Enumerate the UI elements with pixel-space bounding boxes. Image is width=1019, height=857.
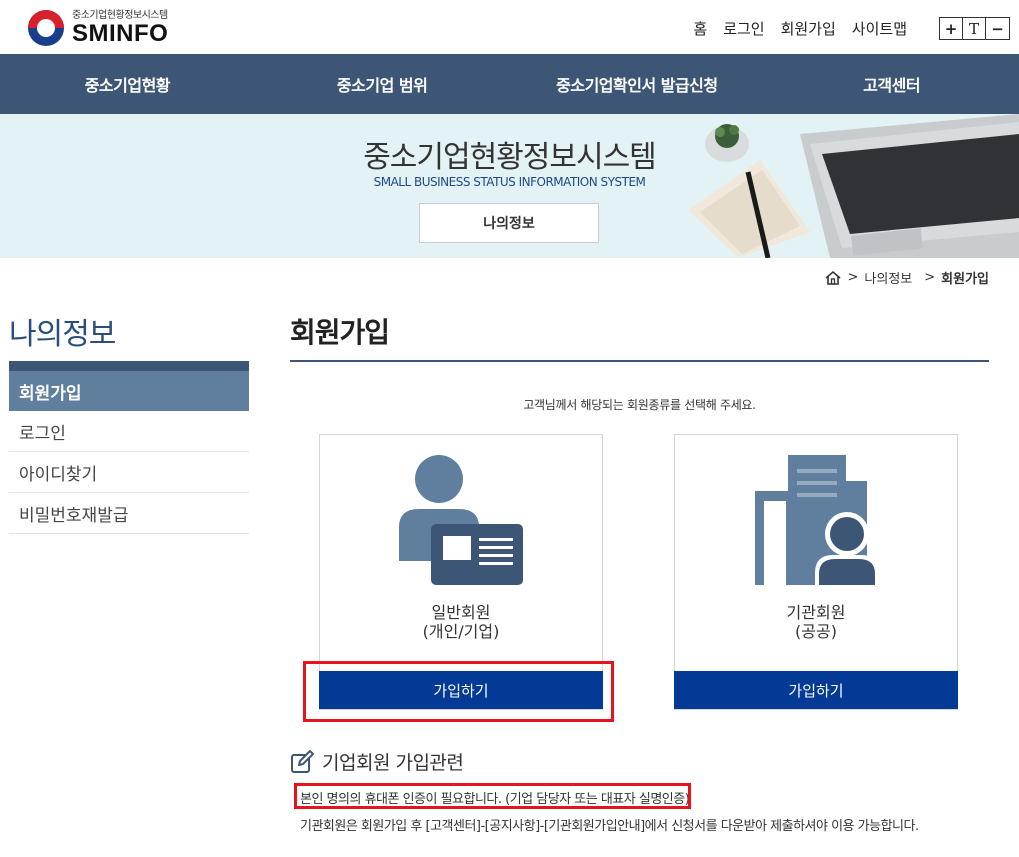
home-icon[interactable]: [824, 270, 842, 286]
util-link-login[interactable]: 로그인: [723, 18, 764, 39]
utility-nav: 홈 로그인 회원가입 사이트맵: [693, 18, 907, 39]
font-decrease-button[interactable]: −: [986, 18, 1009, 39]
institution-member-join-button[interactable]: 가입하기: [674, 671, 958, 709]
sidebar-top-bar: [9, 361, 249, 371]
nav-item-scope[interactable]: 중소기업 범위: [255, 54, 510, 114]
main-nav: 중소기업현황 중소기업 범위 중소기업확인서 발급신청 고객센터: [0, 54, 1019, 114]
banner-subtitle: SMALL BUSINESS STATUS INFORMATION SYSTEM: [373, 175, 646, 189]
breadcrumb: > 나의정보 > 회원가입: [824, 268, 989, 287]
page-title: 회원가입: [290, 316, 390, 349]
section-title-text: 기업회원 가입관련: [322, 752, 464, 774]
sidebar-item-reset-password[interactable]: 비밀번호재발급: [9, 493, 249, 534]
logo-title: SMINFO: [72, 20, 169, 47]
personal-id-card-icon: [399, 455, 523, 585]
taegeuk-logo-icon: [28, 10, 64, 46]
util-link-home[interactable]: 홈: [693, 18, 707, 39]
banner-title: 중소기업현황정보시스템: [363, 140, 657, 175]
general-member-label: 일반회원 (개인/기업): [320, 603, 602, 641]
note-phone-auth: 본인 명의의 휴대폰 인증이 필요합니다. (기업 담당자 또는 대표자 실명인…: [300, 792, 690, 807]
font-increase-button[interactable]: +: [940, 18, 963, 39]
sidebar-title: 나의정보: [9, 317, 116, 352]
edit-icon: [291, 749, 314, 773]
sidebar-item-login[interactable]: 로그인: [9, 411, 249, 452]
sidebar-menu: 회원가입 로그인 아이디찾기 비밀번호재발급: [9, 371, 249, 534]
institution-member-card: 기관회원 (공공) 가입하기: [674, 434, 958, 710]
font-size-controls: + T −: [939, 17, 1010, 40]
general-member-join-button[interactable]: 가입하기: [319, 671, 603, 709]
institution-member-subtitle: (공공): [795, 622, 837, 641]
institution-member-title: 기관회원: [786, 603, 846, 622]
nav-item-status[interactable]: 중소기업현황: [0, 54, 255, 114]
section-title: 기업회원 가입관련: [290, 748, 464, 775]
page-banner: 중소기업현황정보시스템 SMALL BUSINESS STATUS INFORM…: [0, 114, 1019, 258]
member-type-guide: 고객님께서 해당되는 회원종류를 선택해 주세요.: [523, 398, 756, 412]
sidebar-item-find-id[interactable]: 아이디찾기: [9, 452, 249, 493]
institution-building-icon: [755, 455, 879, 585]
my-info-button[interactable]: 나의정보: [419, 203, 599, 243]
font-reset-button[interactable]: T: [963, 18, 986, 39]
site-logo[interactable]: 중소기업현황정보시스템 SMINFO: [28, 8, 168, 48]
util-link-sitemap[interactable]: 사이트맵: [852, 18, 907, 39]
breadcrumb-separator: >: [847, 270, 859, 285]
top-bar: 중소기업현황정보시스템 SMINFO 홈 로그인 회원가입 사이트맵 + T −: [0, 0, 1019, 54]
nav-item-certificate[interactable]: 중소기업확인서 발급신청: [510, 54, 765, 114]
note-institution: 기관회원은 회원가입 후 [고객센터]-[공지사항]-[기관회원가입안내]에서 …: [300, 819, 919, 834]
general-member-title: 일반회원: [431, 603, 491, 622]
nav-item-support[interactable]: 고객센터: [764, 54, 1019, 114]
title-divider: [290, 360, 989, 362]
breadcrumb-separator: >: [924, 270, 936, 285]
util-link-signup[interactable]: 회원가입: [781, 18, 836, 39]
general-member-subtitle: (개인/기업): [422, 622, 500, 641]
institution-member-label: 기관회원 (공공): [675, 603, 957, 641]
general-member-card: 일반회원 (개인/기업) 가입하기: [319, 434, 603, 710]
breadcrumb-current: 회원가입: [941, 272, 989, 287]
breadcrumb-parent[interactable]: 나의정보: [864, 268, 912, 287]
sidebar-item-signup[interactable]: 회원가입: [9, 371, 249, 411]
